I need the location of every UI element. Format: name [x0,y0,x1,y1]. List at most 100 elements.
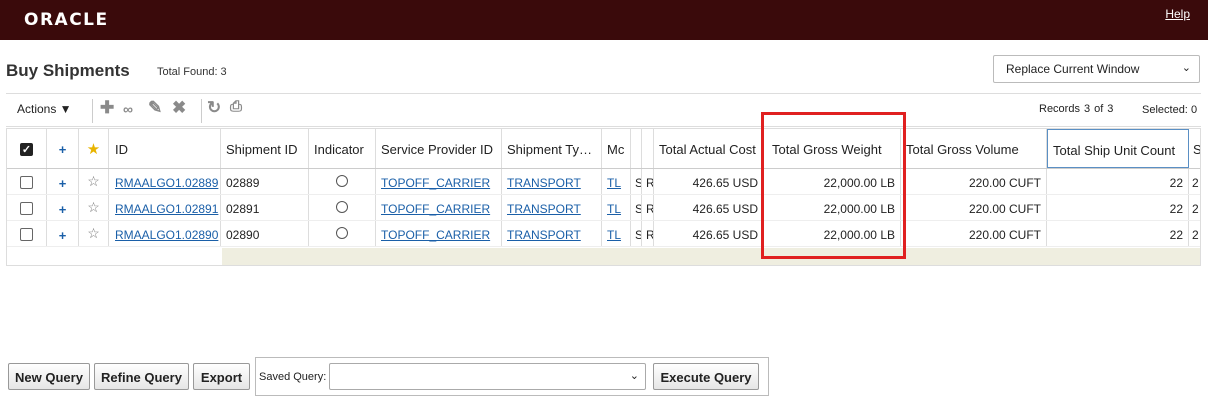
cell-extra: 2 [1192,202,1199,216]
col-header-total-actual-cost[interactable]: Total Actual Cost [654,129,764,168]
cell-shipment-id: 02890 [221,221,309,246]
table-row[interactable]: + ☆ RMAALGO1.02889 02889 TOPOFF_CARRIER … [7,169,1200,195]
cell-total-actual-cost: 426.65 USD [654,195,764,220]
records-current: 3 [1083,103,1091,115]
shipments-grid: ✓ + ★ ID Shipment ID Indicator Service P… [6,128,1201,266]
col-header-id[interactable]: ID [109,129,221,168]
cell-total-gross-volume: 220.00 CUFT [901,221,1047,246]
refresh-icon[interactable]: ↻ [207,98,221,118]
expand-all-cell: + [47,129,79,168]
col-header-mode[interactable]: Mc [602,129,631,168]
row-select-cell [7,169,47,194]
saved-query-select[interactable]: ⌄ [329,363,646,390]
cell-indicator [309,221,376,246]
view-icon[interactable]: ∞ [123,101,133,117]
total-found: Total Found: 3 [154,66,227,78]
col-header-service-provider-id[interactable]: Service Provider ID [376,129,502,168]
selected-count: Selected: 0 [1142,104,1197,116]
oracle-logo: ORACLE [24,10,109,30]
add-icon[interactable]: ✚ [100,98,114,118]
shipment-link[interactable]: RMAALGO1.02889 [115,176,218,190]
expand-icon[interactable]: + [59,202,67,217]
records-label: Records [1039,103,1080,115]
col-header-total-gross-volume[interactable]: Total Gross Volume [901,129,1047,168]
expand-icon[interactable]: + [59,142,67,157]
delete-icon[interactable]: ✖ [172,98,186,118]
shipment-type-link[interactable]: TRANSPORT [507,228,581,242]
total-found-value: 3 [220,66,227,78]
page-title: Buy Shipments [6,61,130,80]
cell-indicator [309,169,376,194]
new-query-button[interactable]: New Query [8,363,90,390]
cell-narrow-1: S [631,221,642,246]
saved-query-label: Saved Query: [259,371,327,383]
row-expand-cell: + [47,221,79,246]
actions-menu[interactable]: Actions ▼ [17,102,72,116]
print-icon[interactable]: ⎙ [230,98,242,115]
cell-mode: TL [602,169,631,194]
col-header-shipment-type[interactable]: Shipment Ty… [502,129,602,168]
service-provider-link[interactable]: TOPOFF_CARRIER [381,202,490,216]
mode-link[interactable]: TL [607,176,621,190]
shipment-type-link[interactable]: TRANSPORT [507,176,581,190]
col-header-shipment-id[interactable]: Shipment ID [221,129,309,168]
highlight-box [761,112,906,259]
star-outline-icon[interactable]: ☆ [87,199,100,215]
row-checkbox[interactable] [20,176,33,189]
cell-total-actual-cost: 426.65 USD [654,221,764,246]
row-checkbox[interactable] [20,202,33,215]
window-mode-value: Replace Current Window [1006,62,1140,76]
grid-footer-filler [222,248,1200,265]
col-header-narrow-1[interactable] [631,129,642,168]
help-link[interactable]: Help [1165,7,1190,21]
col-header-indicator[interactable]: Indicator [309,129,376,168]
cell-shipment-id: 02891 [221,195,309,220]
refine-query-button[interactable]: Refine Query [94,363,189,390]
records-count: Records 3 of 3 [1039,103,1117,115]
indicator-circle [336,227,348,239]
row-select-cell [7,195,47,220]
col-header-total-ship-unit-count[interactable]: Total Ship Unit Count [1047,129,1189,168]
cell-indicator [309,195,376,220]
cell-total-ship-unit-count: 22 [1047,169,1189,194]
col-header-narrow-2[interactable] [642,129,654,168]
shipment-link[interactable]: RMAALGO1.02891 [115,202,218,216]
execute-query-button[interactable]: Execute Query [653,363,759,390]
row-checkbox[interactable] [20,228,33,241]
cell-narrow-2: R [642,195,654,220]
toolbar-divider [92,99,93,123]
selected-value: 0 [1190,104,1198,116]
expand-icon[interactable]: + [59,176,67,191]
row-expand-cell: + [47,169,79,194]
expand-icon[interactable]: + [59,228,67,243]
total-found-label: Total Found: [157,66,218,78]
cell-extra: 2 [1192,176,1199,190]
shipment-link[interactable]: RMAALGO1.02890 [115,228,218,242]
cell-id: RMAALGO1.02889 [109,169,221,194]
cell-shipment-type: TRANSPORT [502,221,602,246]
favorite-header-cell: ★ [79,129,109,168]
cell-shipment-id: 02889 [221,169,309,194]
star-outline-icon[interactable]: ☆ [87,173,100,189]
cell-shipment-type: TRANSPORT [502,195,602,220]
service-provider-link[interactable]: TOPOFF_CARRIER [381,228,490,242]
select-all-cell: ✓ [7,129,47,168]
service-provider-link[interactable]: TOPOFF_CARRIER [381,176,490,190]
window-mode-select[interactable]: Replace Current Window ⌄ [993,55,1200,83]
select-all-checkbox[interactable]: ✓ [20,143,33,156]
col-header-extra[interactable]: S [1189,129,1200,168]
saved-query-group: Saved Query: ⌄ Execute Query [255,357,769,396]
export-button[interactable]: Export [193,363,250,390]
table-row[interactable]: + ☆ RMAALGO1.02891 02891 TOPOFF_CARRIER … [7,195,1200,221]
row-favorite-cell: ☆ [79,169,109,194]
shipment-type-link[interactable]: TRANSPORT [507,202,581,216]
records-of: of [1094,103,1104,115]
star-icon[interactable]: ★ [87,141,100,158]
star-outline-icon[interactable]: ☆ [87,225,100,241]
indicator-circle [336,201,348,213]
mode-link[interactable]: TL [607,202,621,216]
edit-icon[interactable]: ✎ [148,98,162,118]
cell-service-provider: TOPOFF_CARRIER [376,221,502,246]
table-row[interactable]: + ☆ RMAALGO1.02890 02890 TOPOFF_CARRIER … [7,221,1200,247]
mode-link[interactable]: TL [607,228,621,242]
